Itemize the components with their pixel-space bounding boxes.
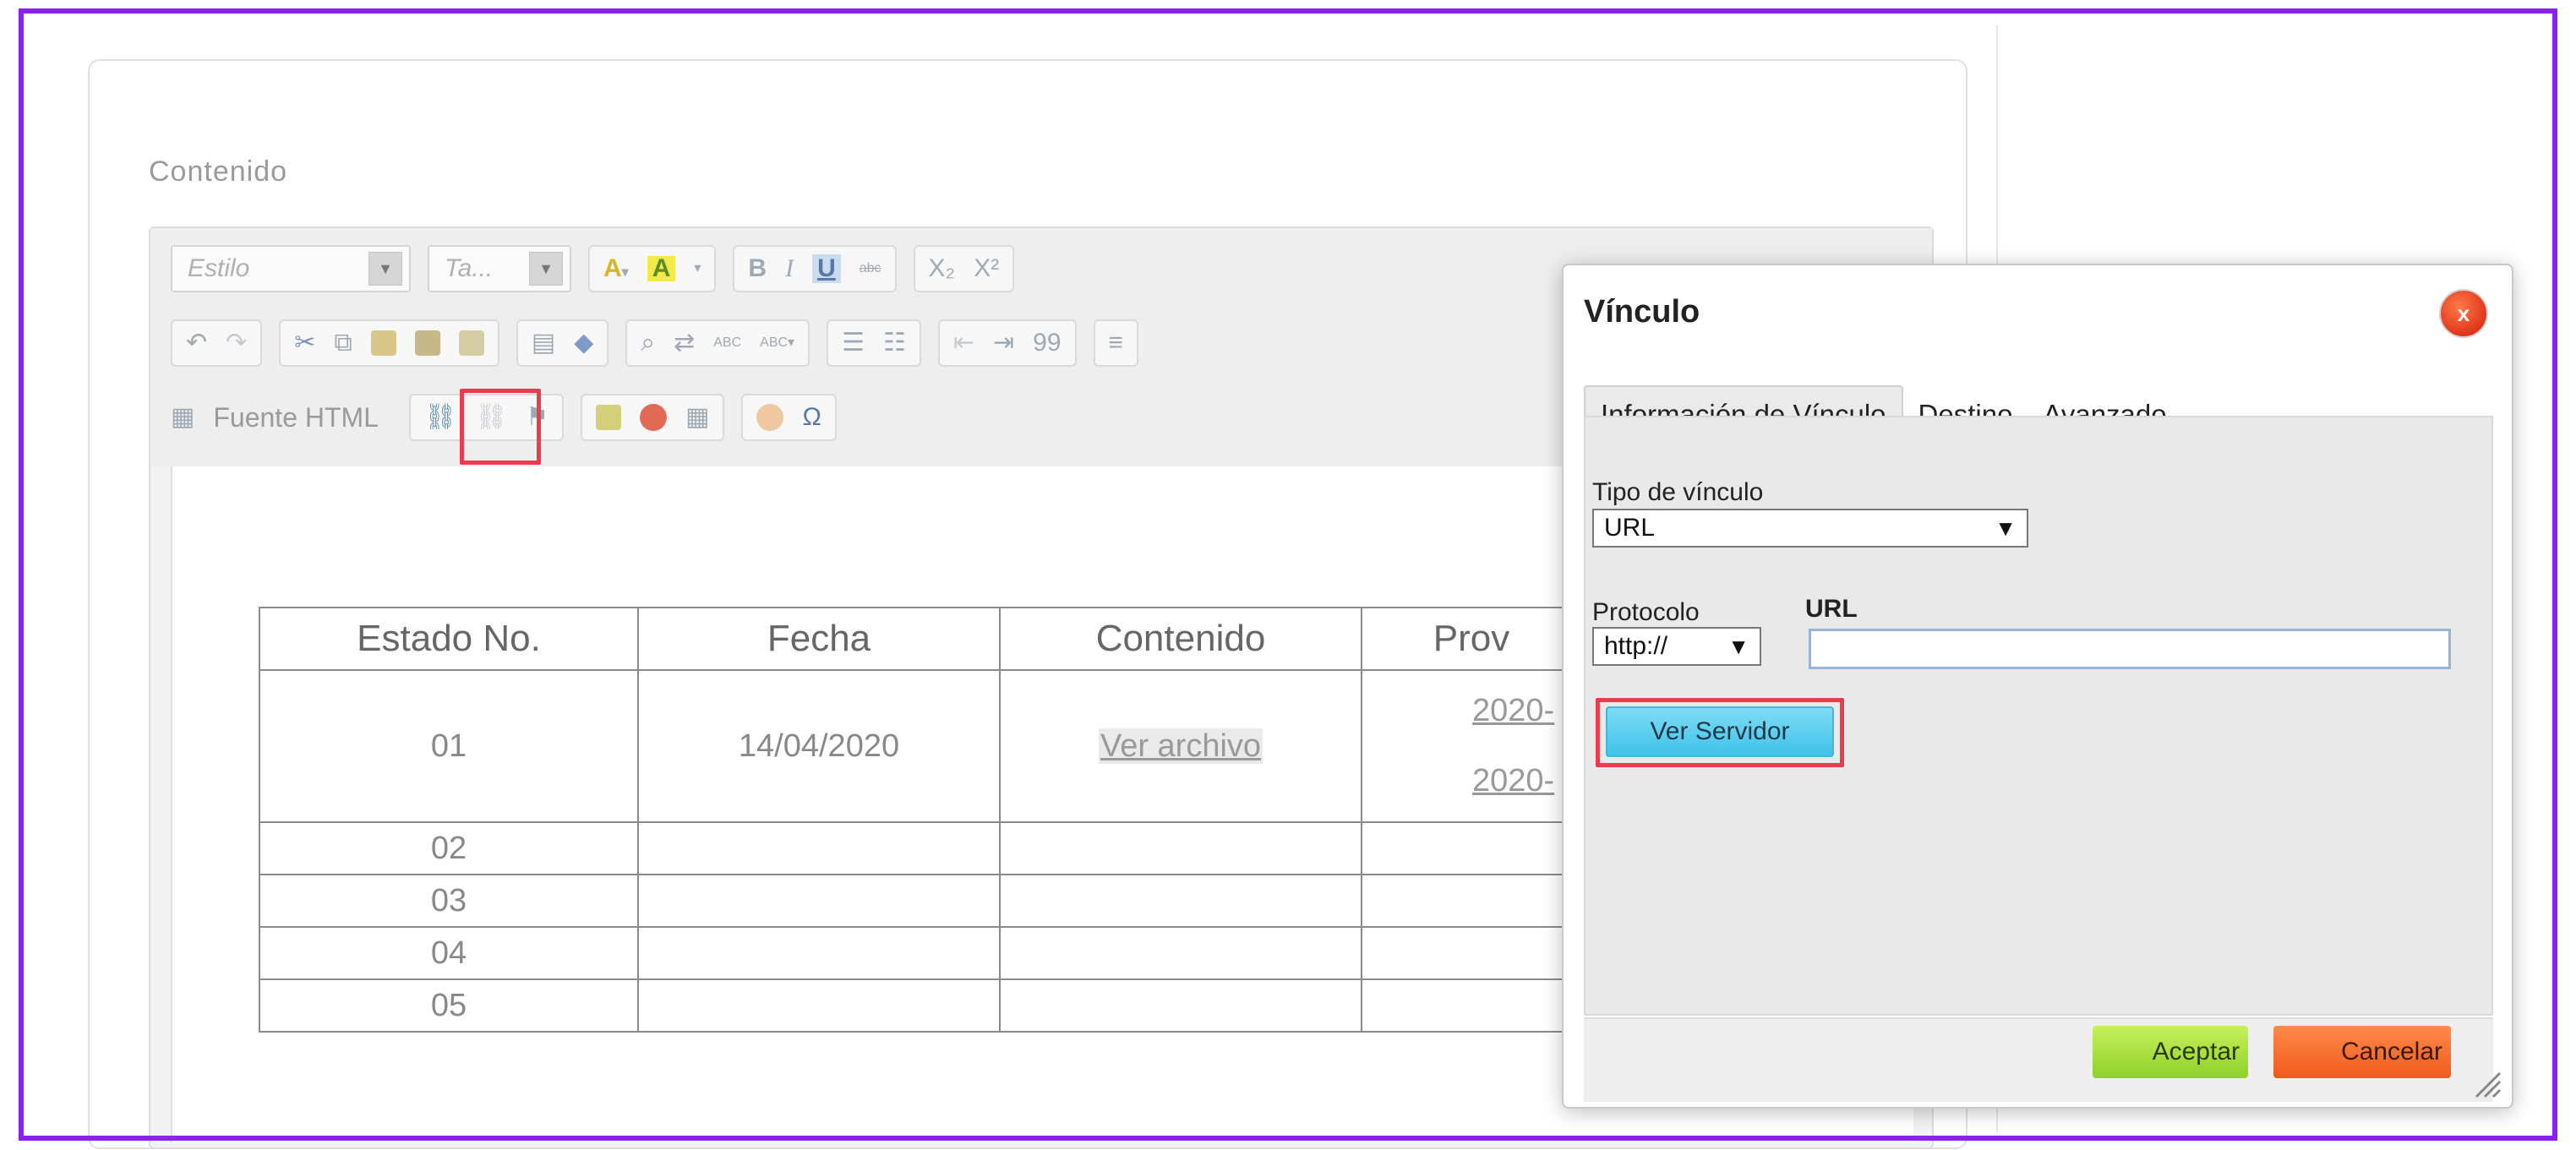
url-label: URL: [1805, 595, 1858, 623]
file-link[interactable]: Ver archivo: [1098, 728, 1263, 764]
indent-group: ⇤ ⇥ 99: [937, 319, 1077, 367]
dialog-title: Vínculo: [1584, 294, 1700, 330]
chevron-down-icon: ▼: [1995, 515, 2017, 541]
align-group: ≡: [1093, 319, 1139, 367]
editing-group: ▤ ◆: [516, 319, 609, 367]
replace-icon[interactable]: ⇄: [674, 330, 695, 356]
color-group: A▾ A ▾: [588, 245, 717, 292]
table-cell: 02: [259, 821, 639, 875]
table-cell: 01: [259, 669, 639, 823]
anchor-flag-icon[interactable]: ⚑: [526, 405, 548, 430]
subscript-button[interactable]: X₂: [929, 256, 956, 281]
omega-icon[interactable]: Ω: [802, 405, 821, 430]
copy-icon[interactable]: ⧉: [334, 330, 352, 356]
flash-icon[interactable]: [640, 404, 668, 431]
link-dialog: Vínculo x Información de Vínculo Destino…: [1562, 264, 2513, 1109]
find-icon[interactable]: ⌕: [641, 330, 655, 356]
chevron-down-icon: ▼: [1727, 633, 1749, 659]
paste-text-icon[interactable]: [414, 330, 440, 356]
source-icon: ▦: [171, 403, 195, 431]
table-cell: Ver archivo: [999, 669, 1362, 823]
indent-icon[interactable]: ⇥: [993, 330, 1014, 356]
undo-icon[interactable]: ↶: [186, 330, 207, 356]
redo-icon[interactable]: ↷: [226, 330, 247, 356]
outdent-icon[interactable]: ⇤: [953, 330, 974, 356]
blockquote-icon[interactable]: 99: [1033, 330, 1061, 356]
link-type-label: Tipo de vínculo: [1592, 478, 1764, 506]
table-cell: 2020- 2020-: [1361, 669, 1582, 823]
script-group: X₂ X²: [913, 245, 1015, 292]
table-row: 01 14/04/2020 Ver archivo 2020- 2020-: [259, 669, 1582, 823]
cancel-button[interactable]: Cancelar: [2273, 1026, 2451, 1078]
basic-style-group: B I U abc: [733, 245, 897, 292]
numbered-list-icon[interactable]: ☰: [842, 330, 865, 356]
url-input[interactable]: [1809, 629, 2451, 669]
unlink-icon[interactable]: ⛓: [475, 405, 507, 430]
image-icon[interactable]: [596, 405, 622, 430]
cut-icon[interactable]: ✂: [294, 330, 315, 356]
italic-button[interactable]: I: [785, 256, 794, 281]
protocol-label: Protocolo: [1592, 598, 1700, 626]
style-combo[interactable]: Estilo ▼: [171, 245, 411, 292]
document-table: Estado No. Fecha Contenido Prov 01 14/04…: [259, 607, 1582, 1033]
protocol-select[interactable]: http:// ▼: [1592, 627, 1761, 666]
underline-button[interactable]: U: [812, 254, 841, 283]
link-icon[interactable]: ⛓: [424, 405, 456, 430]
table-cell: 14/04/2020: [637, 669, 1001, 823]
table-icon[interactable]: ▦: [685, 405, 709, 430]
source-group: ▦ Fuente HTML: [171, 394, 392, 441]
chevron-down-icon: ▾: [694, 261, 701, 275]
link-group: ⛓ ⛓ ⚑: [408, 394, 565, 441]
table-row: 05: [259, 978, 1582, 1033]
table-cell: 04: [259, 926, 639, 980]
link-type-select[interactable]: URL ▼: [1592, 509, 2028, 548]
chevron-down-icon: ▼: [529, 252, 563, 286]
table-header: Prov: [1361, 607, 1582, 671]
text-color-button[interactable]: A▾: [603, 256, 629, 281]
history-group: ↶ ↷: [171, 319, 263, 367]
close-icon[interactable]: x: [2439, 289, 2488, 338]
paste-word-icon[interactable]: [458, 330, 484, 356]
superscript-button[interactable]: X²: [974, 256, 999, 281]
ok-button[interactable]: Aceptar: [2093, 1026, 2248, 1078]
align-left-icon[interactable]: ≡: [1109, 330, 1124, 356]
browse-server-button[interactable]: Ver Servidor: [1606, 706, 1834, 757]
toolbar-row-1: Estilo ▼ Ta... ▼ A▾ A ▾ B I U abc X₂ X²: [171, 245, 1015, 292]
content-label: Contenido: [149, 155, 288, 188]
table-header: Fecha: [637, 607, 1001, 671]
strike-button[interactable]: abc: [860, 262, 881, 275]
bg-color-button[interactable]: A: [647, 256, 676, 281]
select-all-icon[interactable]: ▤: [532, 330, 555, 356]
table-cell: 05: [259, 978, 639, 1033]
table-row: 02: [259, 821, 1582, 875]
spellcheck-icon[interactable]: ABC: [713, 336, 741, 350]
table-header: Contenido: [999, 607, 1362, 671]
table-row: 04: [259, 926, 1582, 980]
table-row: 03: [259, 874, 1582, 928]
paste-icon[interactable]: [370, 330, 396, 356]
eraser-icon[interactable]: ◆: [574, 330, 593, 356]
smiley-icon[interactable]: [756, 404, 784, 431]
source-html-button[interactable]: Fuente HTML: [213, 402, 379, 433]
spellcheck-menu-icon[interactable]: ABC▾: [760, 336, 794, 350]
chevron-down-icon: ▼: [368, 252, 402, 286]
find-group: ⌕ ⇄ ABC ABC▾: [625, 319, 810, 367]
special-group: Ω: [741, 394, 837, 441]
table-cell: 03: [259, 874, 639, 928]
bullet-list-icon[interactable]: ☷: [883, 330, 906, 356]
list-group: ☰ ☷: [827, 319, 921, 367]
size-combo[interactable]: Ta... ▼: [428, 245, 571, 292]
clipboard-group: ✂ ⧉: [279, 319, 499, 367]
bold-button[interactable]: B: [748, 256, 767, 281]
table-header: Estado No.: [259, 607, 639, 671]
toolbar-row-3: ▦ Fuente HTML ⛓ ⛓ ⚑ ▦ Ω: [171, 394, 837, 441]
toolbar-row-2: ↶ ↷ ✂ ⧉ ▤ ◆ ⌕ ⇄ ABC ABC▾ ☰ ☷ ⇤ ⇥ 99 ≡: [171, 319, 1139, 367]
resize-grip-icon[interactable]: [2468, 1065, 2502, 1098]
insert-group: ▦: [581, 394, 725, 441]
